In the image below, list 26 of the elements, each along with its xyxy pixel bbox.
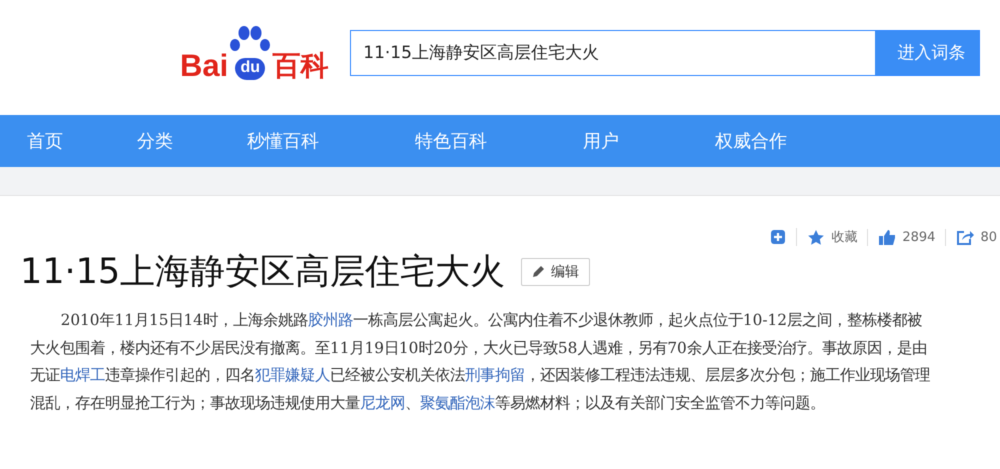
star-icon	[807, 228, 826, 246]
nav-link[interactable]: 分类	[116, 115, 194, 167]
share-icon	[956, 228, 974, 246]
tool-label[interactable]: 80	[980, 230, 997, 244]
nav-link[interactable]: 用户	[562, 115, 640, 167]
search-field[interactable]: 11·15上海静安区高层住宅大火 进入词条	[350, 30, 980, 76]
text-link[interactable]: 刑事拘留	[465, 366, 525, 384]
thumbs-up-icon	[878, 228, 896, 246]
article-paragraph: 2010年11月15日14时，上海余姚路胶州路一栋高层公寓起火。公寓内住着不少退休教师，起火点位于10-12层之间，整栋楼都被大火包围着，楼内还有不少居民没有撤离。至11月19日10时20分，大火已导致58人遇难，另有70余人正在接受治疗。事故原因，是由无证电焊工违章操作引起的，四名犯罪嫌疑人已经被公安机关依法刑事拘留，还因装修工程违法违规、层层多次分包；施工作业现场管理混乱，存在明显抢工行为；事故现场违规使用大量尼龙网、聚氨酯泡沫等易燃材料；以及有关部门安全监管不力等问题。	[30, 310, 930, 414]
enter-entry-button[interactable]: 进入词条	[875, 30, 980, 74]
nav-link[interactable]: 权威合作	[694, 115, 808, 167]
nav-link[interactable]: 特色百科	[394, 115, 508, 167]
pencil-icon	[532, 265, 546, 278]
baidu-baike-logo[interactable]: Bai du 百科	[180, 22, 328, 82]
text-link[interactable]: 聚氨酯泡沫	[420, 394, 495, 412]
text-link[interactable]: 胶州路	[308, 311, 353, 329]
edit-button[interactable]: 编辑	[521, 258, 590, 286]
text-link[interactable]: 犯罪嫌疑人	[255, 366, 330, 384]
nav-link[interactable]: 首页	[6, 115, 84, 167]
tool-label[interactable]: 收藏	[831, 228, 858, 246]
add-icon[interactable]	[770, 229, 786, 245]
nav-link[interactable]: 秒懂百科	[226, 115, 340, 167]
text-link[interactable]: 尼龙网	[360, 394, 405, 412]
text-link[interactable]: 电焊工	[60, 366, 105, 384]
article-title: 11·15上海静安区高层住宅大火	[20, 251, 506, 294]
tool-label[interactable]: 2894	[902, 230, 936, 244]
